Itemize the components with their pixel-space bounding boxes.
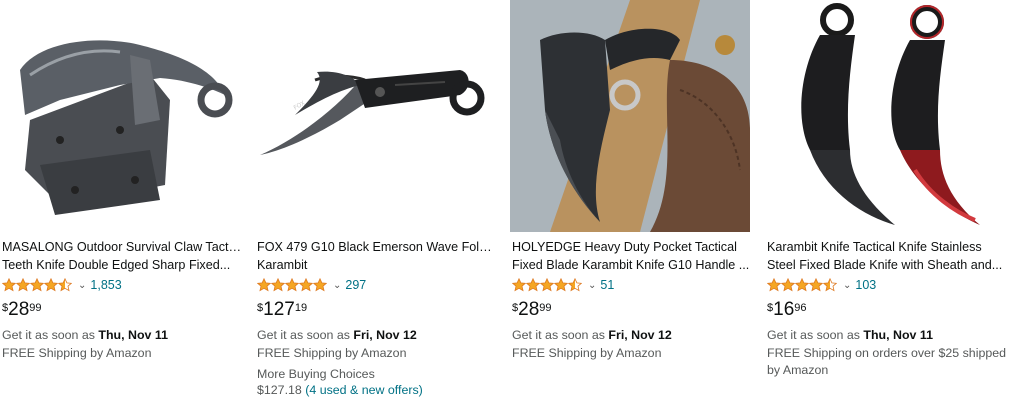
- star-full-icon: [257, 278, 271, 292]
- product-image-4[interactable]: [765, 0, 1005, 232]
- product-title-line: HOLYEDGE Heavy Duty Pocket Tactical: [512, 240, 737, 254]
- shipping-info: FREE Shipping by Amazon: [257, 346, 407, 360]
- product-title-4[interactable]: Karambit Knife Tactical Knife Stainless …: [767, 238, 1007, 274]
- product-title-2[interactable]: FOX 479 G10 Black Emerson Wave Folding K…: [257, 238, 497, 274]
- karambit-pair-image: [765, 0, 1005, 232]
- price-fraction: 19: [294, 302, 308, 314]
- shipping-info: FREE Shipping on orders over $25 shipped: [767, 346, 1007, 360]
- star-full-icon: [540, 278, 554, 292]
- star-full-icon: [271, 278, 285, 292]
- star-rating: [512, 278, 582, 292]
- star-half-icon: [58, 278, 72, 292]
- fixed-karambit-image: [510, 0, 750, 232]
- delivery-prefix: Get it as soon as: [257, 328, 354, 342]
- product-image-2[interactable]: FOX: [255, 0, 495, 232]
- product-title-line: Teeth Knife Double Edged Sharp Fixed...: [2, 258, 231, 272]
- delivery-prefix: Get it as soon as: [512, 328, 609, 342]
- price-whole: 127: [263, 299, 295, 320]
- shipping-info: FREE Shipping by Amazon: [512, 346, 662, 360]
- review-count-link[interactable]: 51: [600, 278, 614, 292]
- product-title-3[interactable]: HOLYEDGE Heavy Duty Pocket Tactical Fixe…: [512, 238, 752, 274]
- delivery-info: Get it as soon as Thu, Nov 11: [2, 326, 168, 344]
- delivery-info: Get it as soon as Fri, Nov 12: [512, 326, 672, 344]
- product-card-2: FOX FOX 479 G10 Black Emerson Wave Foldi…: [255, 0, 497, 406]
- star-half-icon: [823, 278, 837, 292]
- delivery-date: Thu, Nov 11: [98, 328, 168, 342]
- price-fraction: 99: [539, 302, 552, 314]
- star-full-icon: [767, 278, 781, 292]
- product-card-1: MASALONG Outdoor Survival Claw Tactical …: [0, 0, 242, 406]
- more-buying-choices: $127.18 (4 used & new offers): [257, 381, 423, 399]
- product-price-4[interactable]: $ 16 96: [767, 299, 807, 321]
- star-full-icon: [16, 278, 30, 292]
- product-card-3: HOLYEDGE Heavy Duty Pocket Tactical Fixe…: [510, 0, 750, 406]
- star-full-icon: [2, 278, 16, 292]
- chevron-down-icon: ⌄: [78, 279, 87, 291]
- more-choices-price: $127.18: [257, 383, 302, 397]
- star-full-icon: [313, 278, 327, 292]
- price-whole: 16: [773, 299, 795, 320]
- shipping-info-line2: by Amazon: [767, 363, 829, 377]
- star-full-icon: [285, 278, 299, 292]
- chevron-down-icon: ⌄: [333, 279, 342, 291]
- delivery-date: Fri, Nov 12: [608, 328, 672, 342]
- delivery-info: Get it as soon as Fri, Nov 12: [257, 326, 417, 344]
- delivery-prefix: Get it as soon as: [767, 328, 864, 342]
- chevron-down-icon: ⌄: [843, 279, 852, 291]
- price-whole: 28: [518, 299, 540, 320]
- star-half-icon: [568, 278, 582, 292]
- star-rating: [257, 278, 327, 292]
- product-price-3[interactable]: $ 28 99: [512, 299, 552, 321]
- price-whole: 28: [8, 299, 30, 320]
- rating-widget-1[interactable]: ⌄ 1,853: [2, 276, 122, 294]
- delivery-info: Get it as soon as Thu, Nov 11: [767, 326, 933, 344]
- delivery-prefix: Get it as soon as: [2, 328, 99, 342]
- product-title-line: Steel Fixed Blade Knife with Sheath and.…: [767, 258, 1003, 272]
- product-title-line: FOX 479 G10 Black Emerson Wave Folding: [257, 240, 497, 254]
- star-rating: [767, 278, 837, 292]
- star-full-icon: [554, 278, 568, 292]
- star-full-icon: [299, 278, 313, 292]
- price-fraction: 99: [29, 302, 42, 314]
- product-card-4: Karambit Knife Tactical Knife Stainless …: [765, 0, 1007, 406]
- star-full-icon: [526, 278, 540, 292]
- star-full-icon: [30, 278, 44, 292]
- product-title-line: MASALONG Outdoor Survival Claw Tactical: [2, 240, 242, 254]
- folding-karambit-image: FOX: [255, 0, 495, 232]
- chevron-down-icon: ⌄: [588, 279, 597, 291]
- rating-widget-2[interactable]: ⌄ 297: [257, 276, 366, 294]
- star-full-icon: [781, 278, 795, 292]
- review-count-link[interactable]: 1,853: [90, 278, 121, 292]
- star-full-icon: [809, 278, 823, 292]
- product-price-1[interactable]: $ 28 99: [2, 299, 42, 321]
- product-title-line: Karambit: [257, 258, 308, 272]
- price-fraction: 96: [794, 302, 807, 314]
- search-results-grid: MASALONG Outdoor Survival Claw Tactical …: [0, 0, 1024, 406]
- shipping-info: FREE Shipping by Amazon: [2, 346, 152, 360]
- star-full-icon: [795, 278, 809, 292]
- product-image-1[interactable]: [0, 0, 240, 232]
- rating-widget-4[interactable]: ⌄ 103: [767, 276, 876, 294]
- product-title-1[interactable]: MASALONG Outdoor Survival Claw Tactical …: [2, 238, 242, 274]
- karambit-sheath-image: [0, 0, 240, 232]
- star-full-icon: [44, 278, 58, 292]
- product-title-line: Karambit Knife Tactical Knife Stainless: [767, 240, 982, 254]
- delivery-date: Fri, Nov 12: [353, 328, 417, 342]
- product-price-2[interactable]: $ 127 19: [257, 299, 307, 321]
- product-image-3[interactable]: [510, 0, 750, 232]
- product-title-line: Fixed Blade Karambit Knife G10 Handle ..…: [512, 258, 750, 272]
- star-full-icon: [512, 278, 526, 292]
- delivery-date: Thu, Nov 11: [863, 328, 933, 342]
- review-count-link[interactable]: 103: [855, 278, 876, 292]
- star-rating: [2, 278, 72, 292]
- offers-link[interactable]: (4 used & new offers): [305, 383, 423, 397]
- rating-widget-3[interactable]: ⌄ 51: [512, 276, 614, 294]
- review-count-link[interactable]: 297: [345, 278, 366, 292]
